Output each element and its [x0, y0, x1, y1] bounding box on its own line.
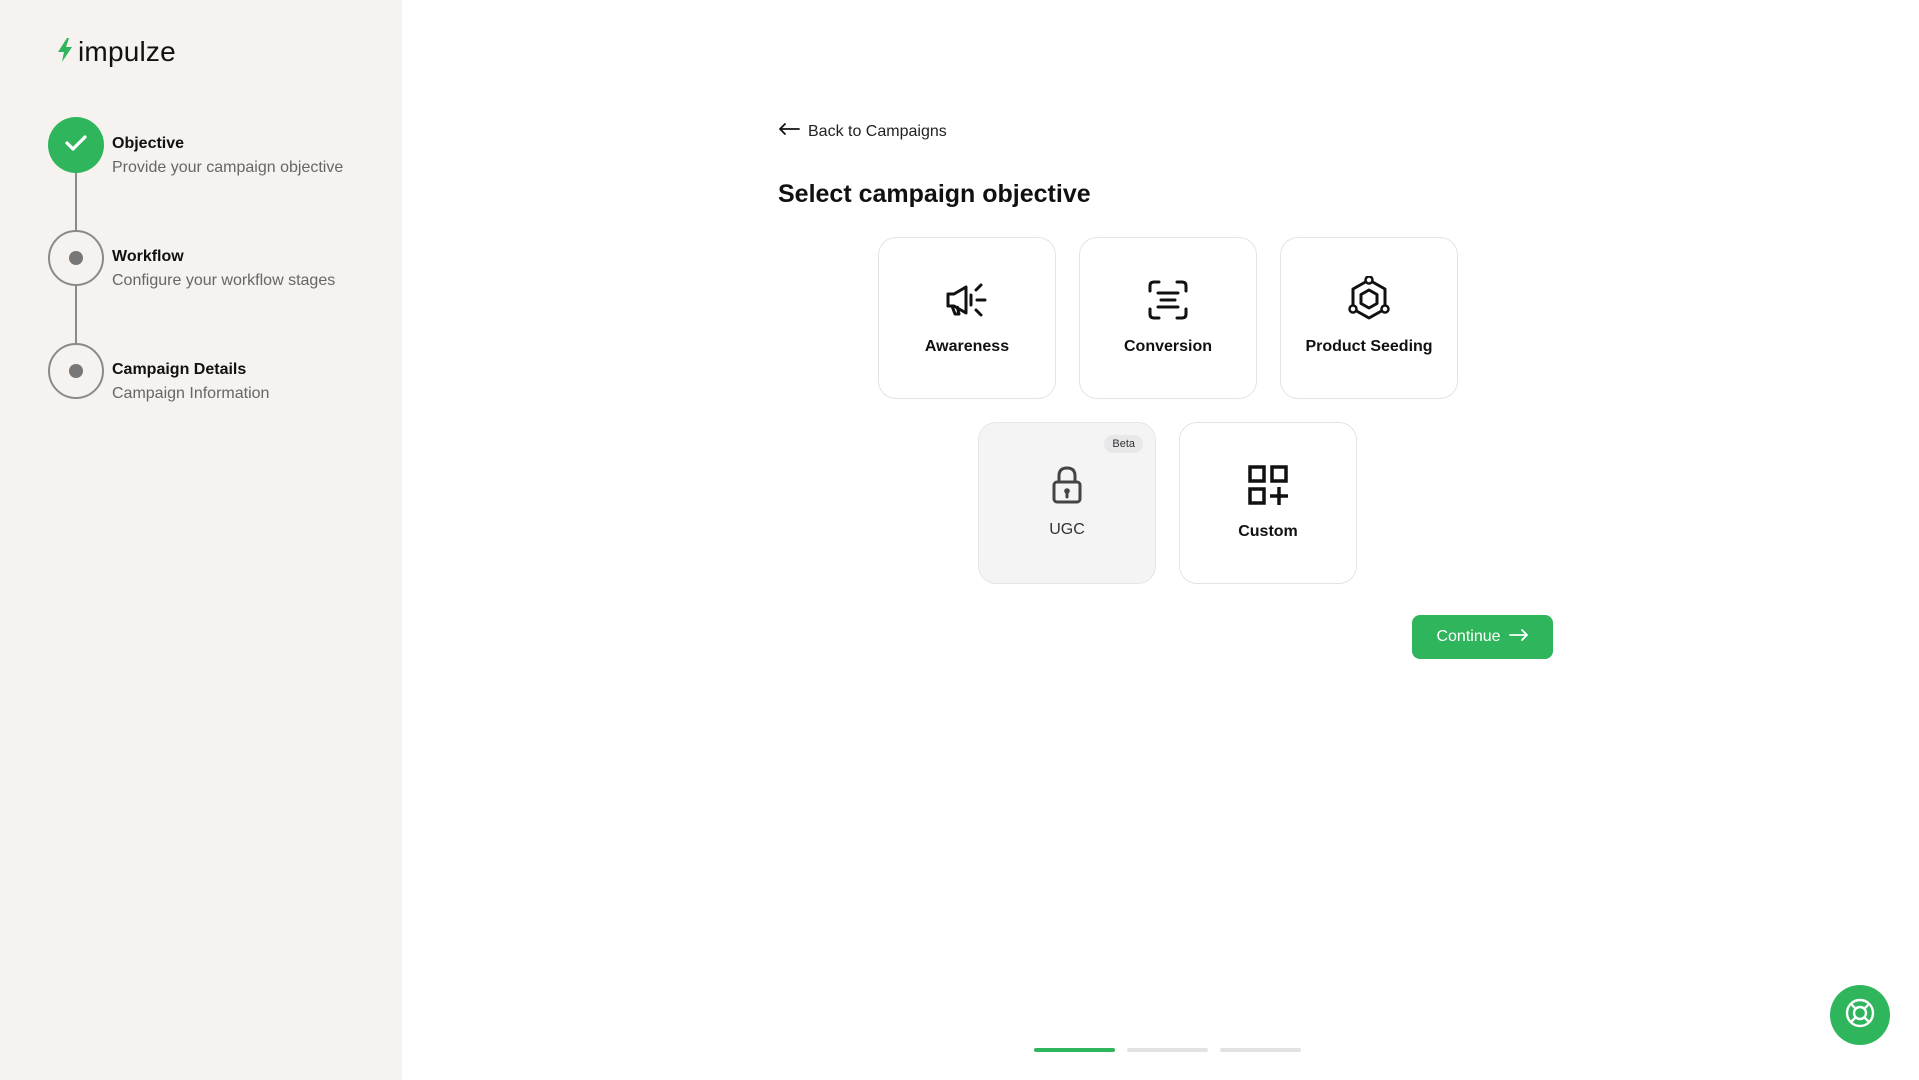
objective-label: Product Seeding: [1305, 338, 1433, 355]
beta-badge: Beta: [1104, 435, 1143, 453]
step-dot-icon: [69, 251, 83, 265]
progress-segment: [1127, 1048, 1208, 1052]
stepper-connector: [75, 286, 77, 343]
checkmark-icon: [65, 134, 87, 157]
back-to-campaigns-link[interactable]: Back to Campaigns: [778, 122, 947, 141]
step-workflow[interactable]: Workflow Configure your workflow stages: [48, 230, 388, 291]
bolt-logo-icon: [56, 37, 74, 68]
step-dot-icon: [69, 364, 83, 378]
page-title: Select campaign objective: [778, 180, 1091, 208]
lock-icon: [1043, 461, 1091, 509]
arrow-left-icon: [778, 122, 800, 141]
continue-label: Continue: [1436, 628, 1501, 645]
step-description: Configure your workflow stages: [112, 272, 336, 289]
back-link-label: Back to Campaigns: [808, 122, 947, 140]
objective-card-ugc[interactable]: Beta UGC: [978, 422, 1156, 584]
hexagon-network-icon: [1345, 276, 1393, 324]
scan-text-icon: [1144, 276, 1192, 324]
step-title: Workflow: [112, 248, 184, 265]
objective-label: UGC: [1049, 521, 1085, 538]
objective-card-product-seeding[interactable]: Product Seeding: [1280, 237, 1458, 399]
progress-segment-active: [1034, 1048, 1115, 1052]
sidebar: impulze Objective Provide your campaign …: [0, 0, 402, 1080]
objective-card-conversion[interactable]: Conversion: [1079, 237, 1257, 399]
continue-button[interactable]: Continue: [1412, 615, 1553, 659]
step-description: Campaign Information: [112, 385, 270, 402]
logo[interactable]: impulze: [56, 36, 176, 68]
progress-segment: [1220, 1048, 1301, 1052]
objective-label: Conversion: [1123, 338, 1212, 355]
objective-card-custom[interactable]: Custom: [1179, 422, 1357, 584]
megaphone-icon: [943, 276, 991, 324]
arrow-right-icon: [1508, 628, 1529, 646]
step-campaign-details[interactable]: Campaign Details Campaign Information: [48, 343, 388, 404]
step-progress: [1034, 1048, 1301, 1052]
step-description: Provide your campaign objective: [112, 159, 344, 176]
grid-plus-icon: [1244, 461, 1292, 509]
step-pending-indicator: [48, 230, 104, 286]
objective-card-awareness[interactable]: Awareness: [878, 237, 1056, 399]
objective-label: Custom: [1238, 523, 1298, 540]
step-title: Campaign Details: [112, 361, 247, 378]
step-pending-indicator: [48, 343, 104, 399]
step-title: Objective: [112, 135, 185, 152]
step-completed-indicator: [48, 117, 104, 173]
help-button[interactable]: [1830, 985, 1890, 1045]
lifebuoy-icon: [1844, 997, 1876, 1034]
step-objective[interactable]: Objective Provide your campaign objectiv…: [48, 117, 388, 178]
objective-label: Awareness: [924, 338, 1010, 355]
logo-text: impulze: [78, 36, 176, 67]
stepper-connector: [75, 173, 77, 230]
